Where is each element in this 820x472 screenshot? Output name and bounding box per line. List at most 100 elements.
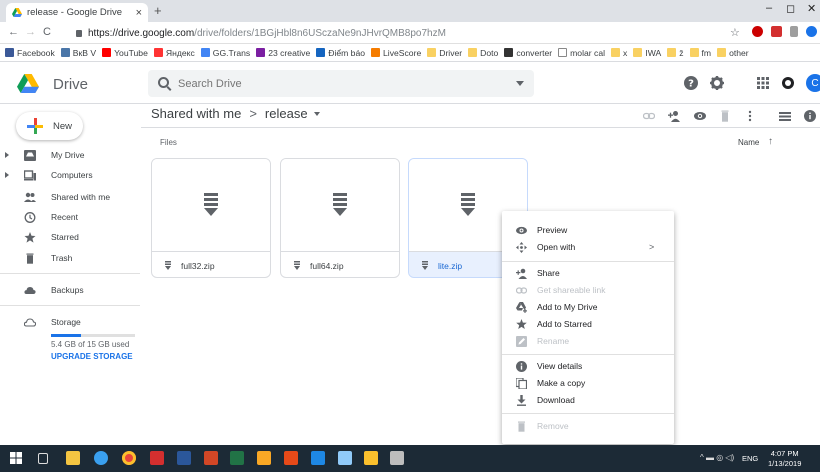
back-button[interactable]: ← <box>8 26 19 38</box>
chrome-icon[interactable] <box>122 451 136 465</box>
drive-logo-icon[interactable] <box>17 74 39 93</box>
bookmark-item[interactable]: Driver <box>427 48 462 58</box>
expand-arrow-icon[interactable] <box>5 172 9 178</box>
search-box[interactable] <box>148 70 534 97</box>
delete-icon[interactable] <box>719 110 731 122</box>
app-icon[interactable] <box>284 451 298 465</box>
file-explorer-icon[interactable] <box>66 451 80 465</box>
sort-direction-icon[interactable]: ↑ <box>768 136 773 147</box>
bookmark-item[interactable]: GG.Trans <box>200 48 250 58</box>
word-icon[interactable] <box>177 451 191 465</box>
task-view-icon[interactable] <box>38 453 48 464</box>
close-window-button[interactable]: ✕ <box>807 2 816 15</box>
preview-eye-icon[interactable] <box>694 110 706 122</box>
powerpoint-icon[interactable] <box>204 451 218 465</box>
more-actions-icon[interactable] <box>744 110 756 122</box>
expand-arrow-icon[interactable] <box>5 152 9 158</box>
acrobat-icon[interactable] <box>150 451 164 465</box>
bookmark-item[interactable]: converter <box>504 48 552 58</box>
apps-grid-icon[interactable] <box>756 76 770 90</box>
profile-icon[interactable] <box>806 26 817 37</box>
sidebar-item-recent[interactable]: Recent <box>0 207 140 227</box>
bookmark-item[interactable]: LiveScore <box>371 48 421 58</box>
search-options-icon[interactable] <box>516 81 524 86</box>
file-card[interactable]: full64.zip <box>280 158 400 278</box>
menu-item-open-with[interactable]: Open with > <box>502 239 674 255</box>
file-name: lite.zip <box>438 260 463 271</box>
notifications-icon[interactable] <box>781 76 795 90</box>
extension-leaf-icon[interactable] <box>790 26 798 37</box>
tab-close-icon[interactable]: × <box>136 7 142 19</box>
menu-item-add-to-starred[interactable]: Add to Starred <box>502 316 674 332</box>
bookmark-star-icon[interactable]: ☆ <box>730 26 740 39</box>
settings-gear-icon[interactable] <box>710 76 724 90</box>
extension-icon[interactable] <box>771 26 782 37</box>
bookmark-item[interactable]: ž <box>667 48 684 58</box>
sidebar-item-backups[interactable]: Backups <box>0 280 140 300</box>
view-details-icon[interactable] <box>804 110 816 122</box>
language-indicator[interactable]: ENG <box>742 454 758 463</box>
maximize-button[interactable]: ◻ <box>786 2 795 15</box>
app-icon[interactable] <box>94 451 108 465</box>
sidebar-item-my-drive[interactable]: My Drive <box>0 145 140 165</box>
link-icon[interactable] <box>643 110 655 122</box>
search-icon[interactable] <box>158 77 169 88</box>
bookmark-item[interactable]: 23 creative <box>256 48 310 58</box>
drive-brand[interactable]: Drive <box>53 76 88 93</box>
sidebar-item-storage[interactable]: Storage <box>0 312 140 332</box>
menu-item-preview[interactable]: Preview <box>502 222 674 238</box>
menu-item-share[interactable]: Share <box>502 265 674 281</box>
windows-start-icon[interactable] <box>9 451 23 465</box>
folder-menu-chevron-icon[interactable] <box>313 111 320 116</box>
folder-icon[interactable] <box>257 451 271 465</box>
app-icon[interactable] <box>364 451 378 465</box>
forward-button[interactable]: → <box>25 26 36 38</box>
reload-button[interactable]: C <box>43 26 51 38</box>
app-icon[interactable] <box>311 451 325 465</box>
browser-tab[interactable]: release - Google Drive × <box>6 3 148 22</box>
bookmark-item[interactable]: Facebook <box>5 48 55 58</box>
sidebar-item-computers[interactable]: Computers <box>0 165 140 185</box>
breadcrumb-parent[interactable]: Shared with me <box>151 106 241 121</box>
add-person-icon[interactable] <box>668 110 680 122</box>
bookmark-item[interactable]: YouTube <box>102 48 148 58</box>
menu-item-add-to-drive[interactable]: Add to My Drive <box>502 299 674 315</box>
bookmark-item[interactable]: x <box>611 48 627 58</box>
address-bar[interactable]: https://drive.google.com/drive/folders/1… <box>76 25 716 41</box>
app-icon[interactable] <box>338 451 352 465</box>
app-icon[interactable] <box>390 451 404 465</box>
opera-extension-icon[interactable] <box>752 26 763 37</box>
bookmark-item[interactable]: Doto <box>468 48 498 58</box>
search-input[interactable] <box>178 75 498 92</box>
account-avatar[interactable]: C <box>806 74 820 92</box>
upgrade-storage-link[interactable]: UPGRADE STORAGE <box>51 352 133 361</box>
excel-icon[interactable] <box>230 451 244 465</box>
new-tab-button[interactable]: + <box>154 3 162 18</box>
menu-item-view-details[interactable]: View details <box>502 358 674 374</box>
menu-item-remove[interactable]: Remove <box>502 418 674 434</box>
bookmark-item[interactable]: molar cal <box>558 48 605 58</box>
bookmark-item[interactable]: IWA <box>633 48 661 58</box>
sidebar-item-trash[interactable]: Trash <box>0 248 140 268</box>
bookmark-item[interactable]: Яндекс <box>153 48 195 58</box>
bookmark-item[interactable]: Điểm báo <box>316 48 365 58</box>
breadcrumb-current[interactable]: release <box>265 106 308 121</box>
system-tray-icons[interactable]: ^ ▬ ◎ ◁) <box>700 453 734 462</box>
menu-item-download[interactable]: Download <box>502 392 674 408</box>
menu-item-label: Add to My Drive <box>537 302 598 312</box>
sidebar-item-starred[interactable]: Starred <box>0 227 140 247</box>
bookmark-item[interactable]: ВкВ V <box>60 48 96 58</box>
sidebar-item-shared[interactable]: Shared with me <box>0 187 140 207</box>
taskbar-clock[interactable]: 4:07 PM 1/13/2019 <box>768 449 801 469</box>
new-button[interactable]: New <box>16 112 83 140</box>
list-view-icon[interactable] <box>779 110 791 122</box>
file-card[interactable]: full32.zip <box>151 158 271 278</box>
sort-by-name[interactable]: Name <box>738 138 759 147</box>
menu-item-make-copy[interactable]: Make a copy <box>502 375 674 391</box>
bookmark-item[interactable]: other <box>717 48 749 58</box>
help-icon[interactable]: ? <box>684 76 698 90</box>
bookmark-item[interactable]: fm <box>689 48 711 58</box>
menu-item-get-link[interactable]: Get shareable link <box>502 282 674 298</box>
menu-item-rename[interactable]: Rename <box>502 333 674 349</box>
minimize-button[interactable]: – <box>766 2 772 14</box>
